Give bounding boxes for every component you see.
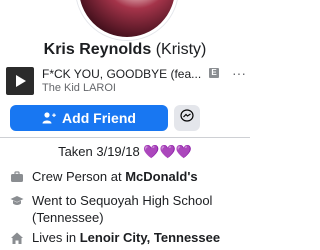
intro-lives-place[interactable]: Lenoir City, Tennessee (80, 230, 220, 245)
song-artist: The Kid LAROI (42, 82, 116, 94)
profile-name-row: Kris Reynolds (Kristy) (0, 40, 250, 60)
add-friend-button[interactable]: Add Friend (10, 105, 168, 131)
home-icon (10, 231, 24, 245)
bio-text: Taken 3/19/18 (58, 144, 140, 159)
play-icon (16, 75, 26, 87)
intro-school: Went to Sequoyah High School (Tennessee) (10, 192, 246, 226)
bio-hearts: 💜💜💜 (143, 144, 192, 159)
profile-song[interactable]: F*CK YOU, GOODBYE (fea... The Kid LAROI … (6, 66, 246, 96)
messenger-icon (180, 108, 194, 128)
divider (0, 137, 250, 138)
intro-work-prefix: Crew Person at (32, 169, 126, 184)
intro-work-text: Crew Person at McDonald's (32, 168, 246, 185)
add-friend-label: Add Friend (62, 110, 136, 126)
profile-bio: Taken 3/19/18 💜💜💜 (0, 144, 250, 160)
graduation-cap-icon (10, 194, 24, 208)
add-person-icon (42, 112, 56, 124)
messenger-button[interactable] (174, 105, 200, 131)
profile-nickname: (Kristy) (155, 41, 207, 58)
intro-lives-prefix: Lives in (32, 230, 80, 245)
intro-school-text: Went to Sequoyah High School (Tennessee) (32, 193, 213, 225)
album-art[interactable] (6, 67, 34, 95)
more-options-icon[interactable]: ··· (232, 66, 246, 80)
profile-avatar[interactable] (76, 0, 178, 40)
intro-work-place[interactable]: McDonald's (125, 169, 197, 184)
profile-name: Kris Reynolds (43, 41, 152, 58)
explicit-badge: E (209, 68, 219, 78)
song-title: F*CK YOU, GOODBYE (fea... (42, 67, 202, 81)
intro-lives-text: Lives in Lenoir City, Tennessee (32, 229, 246, 246)
briefcase-icon (10, 170, 24, 184)
